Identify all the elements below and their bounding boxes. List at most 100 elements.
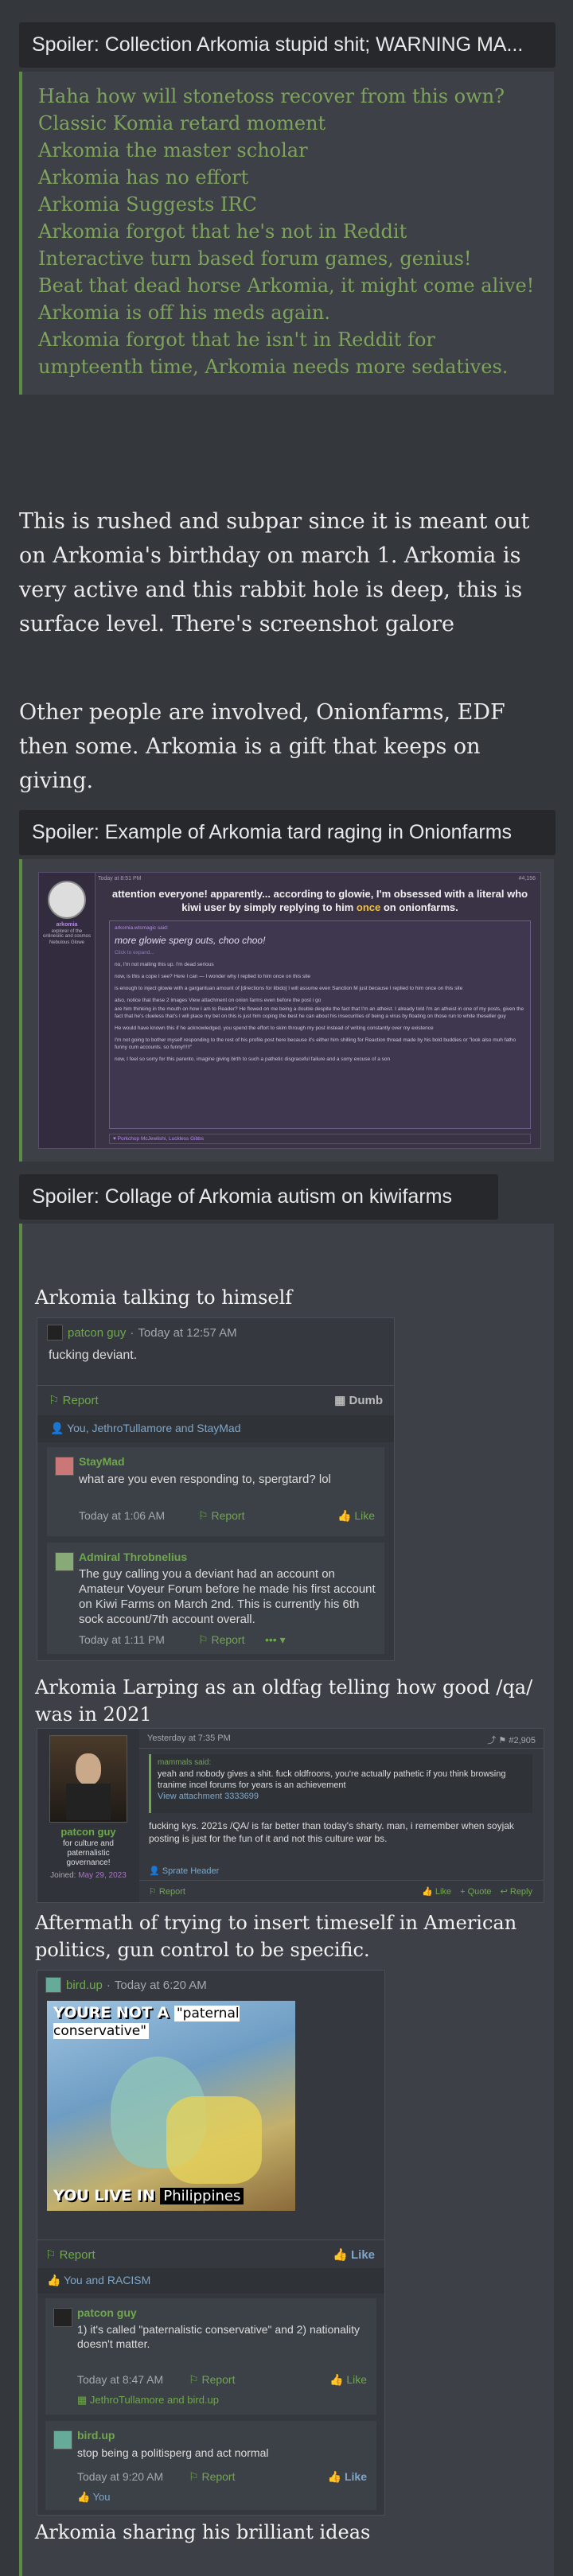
post-username[interactable]: bird.up — [66, 1979, 103, 1992]
greentext-link[interactable]: Arkomia has no effort — [38, 164, 538, 191]
reactors-list[interactable]: ▦ JethroTullamore and bird.up — [77, 2394, 219, 2407]
post-time[interactable]: Today at 12:57 AM — [138, 1326, 236, 1340]
like-button[interactable]: 👍 Like — [337, 1509, 375, 1523]
report-label: Report — [201, 2470, 236, 2483]
share-icon[interactable]: ⤴ — [487, 1736, 496, 1745]
greentext-link[interactable]: Interactive turn based forum games, geni… — [38, 245, 538, 272]
reply-username[interactable]: bird.up — [77, 2429, 115, 2442]
report-link[interactable]: ⚐ Report — [149, 1886, 185, 1897]
avatar[interactable] — [53, 2430, 72, 2450]
reply-username[interactable]: patcon guy — [77, 2306, 137, 2319]
greentext-link[interactable]: Arkomia Suggests IRC — [38, 191, 538, 218]
body-line: now, I feel so sorry for this parento. i… — [115, 1056, 391, 1062]
reply-time[interactable]: Today at 9:20 AM — [77, 2470, 163, 2483]
expand-link[interactable]: Click to expand... — [115, 949, 525, 956]
body-line: He would have known this if he acknowled… — [115, 1025, 434, 1031]
flag-icon: ⚐ — [49, 1394, 63, 1407]
quote-header[interactable]: mammals said: — [158, 1757, 526, 1769]
joined-info: Joined: May 29, 2023 — [37, 1871, 139, 1880]
report-link[interactable]: ⚐ Report — [198, 1633, 244, 1647]
greentext-link[interactable]: Beat that dead horse Arkomia, it might c… — [38, 272, 538, 299]
post-user-sidebar: arkomia explorer of the onlinesilic and … — [39, 873, 96, 1148]
user-title: explorer of the onlinesilic and cosmos — [42, 929, 92, 939]
post-header: Today at 8:51 PM #4,156 — [98, 876, 536, 881]
quote-button[interactable]: + Quote — [460, 1887, 491, 1897]
like-button[interactable]: 👍 Like — [333, 2247, 375, 2262]
post-time[interactable]: Today at 6:20 AM — [115, 1979, 207, 1992]
post-text: fucking deviant. — [49, 1348, 138, 1362]
body-line: I'm not going to bother myself respondin… — [115, 1037, 516, 1050]
caption-talking-to-himself: Arkomia talking to himself — [35, 1286, 293, 1309]
like-label: Like — [346, 2373, 367, 2386]
body-line: are him thinking in the mouth on how I a… — [115, 1006, 524, 1019]
reply-time[interactable]: Today at 1:06 AM — [79, 1509, 165, 1522]
reply-text: stop being a politisperg and act normal — [77, 2446, 269, 2459]
like-button[interactable]: 👍 Like — [328, 2470, 367, 2484]
reply-time[interactable]: Today at 8:47 AM — [77, 2373, 163, 2386]
post-time[interactable]: Yesterday at 7:35 PM — [147, 1734, 231, 1743]
spoiler-onionfarms-toggle[interactable]: Spoiler: Example of Arkomia tard raging … — [19, 810, 555, 855]
report-link[interactable]: ⚐ Report — [189, 2373, 235, 2387]
reactors-bar[interactable]: 👤 You, JethroTullamore and StayMad — [37, 1415, 394, 1442]
reactors-list[interactable]: 👍 You — [77, 2491, 111, 2504]
quote-text: more glowie sperg outs, choo choo! — [115, 935, 266, 946]
meme-top-a: YOURE NOT A — [53, 2004, 170, 2021]
post-number[interactable]: #4,156 — [519, 876, 536, 881]
report-link[interactable]: ⚐ Report — [198, 1509, 244, 1523]
like-button[interactable]: 👍 Like — [422, 1887, 451, 1897]
post-header: patcon guy · Today at 12:57 AM — [47, 1325, 237, 1341]
dumb-label: Dumb — [349, 1394, 384, 1407]
dumb-icon: ▦ — [334, 1394, 349, 1407]
greentext-link[interactable]: Classic Komia retard moment — [38, 110, 538, 137]
reactors-text: You and RACISM — [64, 2274, 151, 2286]
greentext-link[interactable]: Arkomia the master scholar — [38, 137, 538, 164]
reply-username[interactable]: StayMad — [79, 1455, 125, 1468]
reactors-bar[interactable]: 👍 You and RACISM — [37, 2268, 384, 2294]
reply-button[interactable]: ↩ Reply — [501, 1887, 532, 1897]
reactors: Porkchop McJewlishi, Luckless Gibbs — [117, 1136, 205, 1142]
spoiler-title: Spoiler: Collection Arkomia stupid shit;… — [32, 33, 524, 56]
avatar[interactable] — [53, 2308, 72, 2327]
spoiler-title: Spoiler: Collage of Arkomia autism on ki… — [32, 1185, 452, 1208]
meme-image[interactable]: YOURE NOT A "paternal conservative" YOU … — [47, 2001, 295, 2211]
more-options-icon[interactable]: ••• ▾ — [265, 1633, 286, 1647]
spoiler-kiwifarms-toggle[interactable]: Spoiler: Collage of Arkomia autism on ki… — [19, 1174, 498, 1220]
user-role: Nebulous Glowe — [49, 940, 85, 945]
reply-text: what are you even responding to, spergta… — [79, 1473, 331, 1486]
greentext-link[interactable]: Arkomia forgot that he isn't in Reddit f… — [38, 326, 538, 380]
greentext-link[interactable]: Arkomia forgot that he's not in Reddit — [38, 218, 538, 245]
reply-time[interactable]: Today at 1:11 PM — [79, 1633, 165, 1646]
reactions-bar[interactable]: ♥ Porkchop McJewlishi, Luckless Gibbs — [109, 1134, 531, 1144]
report-label: Report — [62, 1394, 99, 1407]
avatar[interactable] — [47, 1325, 63, 1341]
spoiler-collection-toggle[interactable]: Spoiler: Collection Arkomia stupid shit;… — [19, 22, 555, 68]
post-username[interactable]: patcon guy — [68, 1326, 126, 1340]
post-username[interactable]: patcon guy — [37, 1826, 139, 1838]
attachment-link[interactable]: View attachment 3333699 — [158, 1791, 526, 1802]
dumb-reaction-button[interactable]: ▦ Dumb — [334, 1393, 383, 1407]
caption-brilliant-ideas: Arkomia sharing his brilliant ideas — [35, 2521, 371, 2543]
divider — [139, 1748, 544, 1749]
like-label: Like — [354, 1509, 375, 1522]
post-number[interactable]: #2,905 — [509, 1736, 536, 1745]
like-button[interactable]: 👍 Like — [329, 2373, 367, 2387]
report-link[interactable]: ⚐ Report — [45, 2247, 96, 2262]
quote-header[interactable]: arkomia.wtsmagic said: — [115, 924, 525, 932]
report-link[interactable]: ⚐ Report — [49, 1393, 99, 1407]
avatar[interactable] — [55, 1457, 74, 1476]
meme-bottom-a: YOU LIVE IN — [53, 2187, 155, 2204]
reactors-bar[interactable]: 👤 Sprate Header — [149, 1866, 219, 1876]
avatar[interactable] — [55, 1552, 74, 1571]
greentext-link[interactable]: Haha how will stonetoss recover from thi… — [38, 83, 538, 110]
avatar[interactable] — [48, 881, 86, 919]
reply-username[interactable]: Admiral Throbnelius — [79, 1551, 187, 1563]
bookmark-icon[interactable]: ⚑ — [498, 1736, 506, 1745]
report-link[interactable]: ⚐ Report — [189, 2470, 235, 2484]
like-label: Like — [435, 1887, 452, 1897]
post-date[interactable]: Today at 8:51 PM — [98, 876, 141, 881]
post-username[interactable]: arkomia — [39, 922, 95, 928]
greentext-link[interactable]: Arkomia is off his meds again. — [38, 299, 538, 326]
avatar[interactable] — [49, 1735, 127, 1823]
avatar[interactable] — [45, 1977, 61, 1993]
reply-1: patcon guy 1) it's called "paternalistic… — [45, 2298, 376, 2415]
